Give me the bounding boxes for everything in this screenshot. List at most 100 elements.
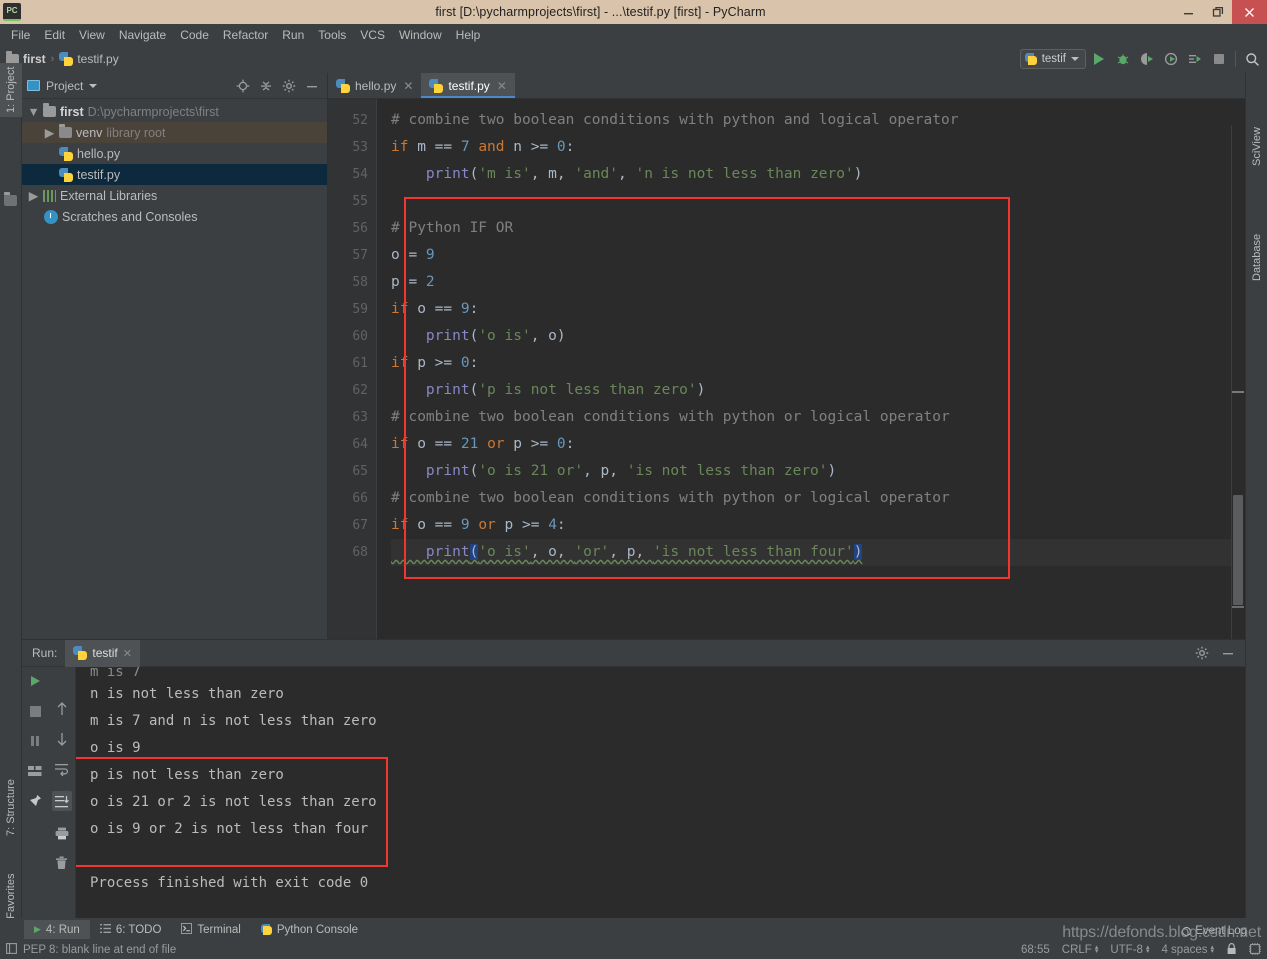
- menu-tools[interactable]: Tools: [311, 26, 353, 44]
- stop-icon[interactable]: [27, 703, 43, 719]
- profile-button[interactable]: [1160, 48, 1182, 70]
- run-with-console-button[interactable]: [1184, 48, 1206, 70]
- tree-item-scratches[interactable]: Scratches and Consoles: [22, 206, 327, 227]
- indent-indicator[interactable]: 4 spaces ▴ ▾: [1161, 944, 1214, 956]
- menu-view[interactable]: View: [72, 26, 112, 44]
- breadcrumb-separator: ›: [50, 53, 55, 65]
- print-icon[interactable]: [54, 825, 70, 841]
- close-icon[interactable]: ✕: [403, 79, 413, 93]
- project-panel-actions: [236, 79, 322, 93]
- stop-button[interactable]: [1208, 48, 1230, 70]
- tree-item-first[interactable]: ▼ first D:\pycharmprojects\first: [22, 101, 327, 122]
- collapse-all-icon[interactable]: [259, 79, 273, 93]
- pause-icon[interactable]: [27, 733, 43, 749]
- menu-vcs[interactable]: VCS: [353, 26, 392, 44]
- close-icon[interactable]: ✕: [123, 647, 132, 660]
- tree-item-venv[interactable]: ▶ venv library root: [22, 122, 327, 143]
- run-tool-window: Run: testif ✕ m is 7 n is not less than …: [22, 639, 1245, 919]
- sidebar-item-structure[interactable]: 7: Structure: [0, 779, 22, 840]
- console-output[interactable]: m is 7 n is not less than zero m is 7 an…: [76, 667, 1245, 919]
- rerun-icon[interactable]: [27, 673, 43, 689]
- bottom-tab-python-console[interactable]: Python Console: [251, 920, 368, 939]
- code-line-62: print('p is not less than zero'): [425, 382, 706, 398]
- toolbar-divider: [1235, 51, 1236, 67]
- run-configuration-name: testif: [1041, 53, 1066, 65]
- menu-window[interactable]: Window: [392, 26, 449, 44]
- left-tool-strip: 1: Project 7: Structure 2: Favorites ★: [0, 62, 22, 943]
- locate-icon[interactable]: [236, 79, 250, 93]
- lock-icon[interactable]: [1226, 942, 1237, 958]
- line-separator-indicator[interactable]: CRLF ▴ ▾: [1062, 944, 1099, 956]
- console-line: n is not less than zero: [90, 686, 284, 702]
- close-button[interactable]: [1232, 0, 1267, 24]
- run-tab-label: testif: [92, 646, 118, 660]
- menu-file[interactable]: File: [4, 26, 37, 44]
- tree-item-hello-py[interactable]: hello.py: [22, 143, 327, 164]
- minimize-button[interactable]: [1174, 0, 1203, 24]
- search-everywhere-button[interactable]: [1241, 48, 1263, 70]
- sidebar-item-database[interactable]: Database: [1246, 234, 1267, 285]
- close-icon[interactable]: ✕: [497, 79, 507, 93]
- pin-icon[interactable]: [27, 793, 43, 809]
- tree-item-testif-py[interactable]: testif.py: [22, 164, 327, 185]
- menu-run[interactable]: Run: [275, 26, 311, 44]
- console-line: m is 7 and n is not less than zero: [90, 713, 377, 729]
- line-separator-value: CRLF: [1061, 944, 1092, 956]
- run-actions-left: [22, 667, 48, 919]
- menu-help[interactable]: Help: [449, 26, 488, 44]
- encoding-indicator[interactable]: UTF-8 ▴ ▾: [1110, 944, 1149, 956]
- debug-button[interactable]: [1112, 48, 1134, 70]
- chevron-right-icon[interactable]: ▶: [44, 125, 55, 140]
- run-tab-testif[interactable]: testif ✕: [65, 639, 140, 667]
- run-configuration-selector[interactable]: testif: [1019, 49, 1086, 69]
- memory-indicator-icon[interactable]: [1249, 942, 1261, 958]
- library-icon: [43, 189, 56, 202]
- menu-edit[interactable]: Edit: [37, 26, 72, 44]
- tab-hello-py[interactable]: hello.py ✕: [328, 73, 421, 98]
- scroll-down-icon[interactable]: [54, 731, 70, 747]
- run-button[interactable]: [1088, 48, 1110, 70]
- window-title: first [D:\pycharmprojects\first] - ...\t…: [435, 5, 766, 19]
- run-panel-header: Run: testif ✕: [22, 639, 1245, 667]
- code-line-57: o = 9: [391, 247, 435, 263]
- code-line-66: # combine two boolean conditions with py…: [391, 490, 950, 506]
- gear-icon[interactable]: [282, 79, 296, 93]
- scrollbar-thumb[interactable]: [1233, 495, 1243, 605]
- trash-icon[interactable]: [54, 855, 70, 871]
- scroll-up-icon[interactable]: [54, 701, 70, 717]
- layout-icon[interactable]: [27, 763, 43, 779]
- menu-code[interactable]: Code: [173, 26, 216, 44]
- chevron-right-icon[interactable]: ▶: [28, 188, 39, 203]
- bottom-tab-terminal[interactable]: Terminal: [171, 920, 250, 939]
- sidebar-item-sciview[interactable]: SciView: [1246, 127, 1267, 170]
- menu-navigate[interactable]: Navigate: [112, 26, 173, 44]
- caret-position[interactable]: 68:55: [1021, 944, 1050, 956]
- status-message-group: PEP 8: blank line at end of file: [6, 943, 176, 957]
- code-lines[interactable]: # combine two boolean conditions with py…: [376, 99, 1245, 639]
- code-editor[interactable]: 52 53 54 55 56 57 58 59 60 61 62 63 64 6…: [328, 99, 1245, 639]
- tab-testif-py[interactable]: testif.py ✕: [421, 73, 516, 98]
- scroll-to-end-icon[interactable]: [51, 791, 72, 811]
- encoding-value: UTF-8: [1110, 944, 1143, 956]
- hide-panel-icon[interactable]: [1221, 646, 1235, 660]
- project-tool-window: Project ▼ first D:\pycharmprojects\first…: [22, 73, 328, 639]
- chevron-down-icon[interactable]: [89, 83, 98, 88]
- breadcrumb-project-label: first: [23, 52, 46, 66]
- python-file-icon: [429, 78, 444, 93]
- bottom-tab-run[interactable]: ▶ 4: Run: [24, 920, 90, 939]
- bottom-tab-todo[interactable]: 6: TODO: [90, 920, 172, 939]
- menu-refactor[interactable]: Refactor: [216, 26, 275, 44]
- restore-button[interactable]: [1203, 0, 1232, 24]
- sidebar-item-project[interactable]: 1: Project: [0, 62, 22, 117]
- editor-scrollbar[interactable]: [1231, 125, 1245, 639]
- hide-panel-icon[interactable]: [305, 79, 319, 93]
- gear-icon[interactable]: [1195, 646, 1209, 660]
- chevron-down-icon[interactable]: ▼: [27, 105, 39, 119]
- tree-item-first-label: first: [60, 104, 84, 119]
- tree-item-external-libraries[interactable]: ▶ External Libraries: [22, 185, 327, 206]
- run-coverage-button[interactable]: [1136, 48, 1158, 70]
- soft-wrap-icon[interactable]: [54, 761, 70, 777]
- breadcrumb-file[interactable]: testif.py: [59, 52, 119, 66]
